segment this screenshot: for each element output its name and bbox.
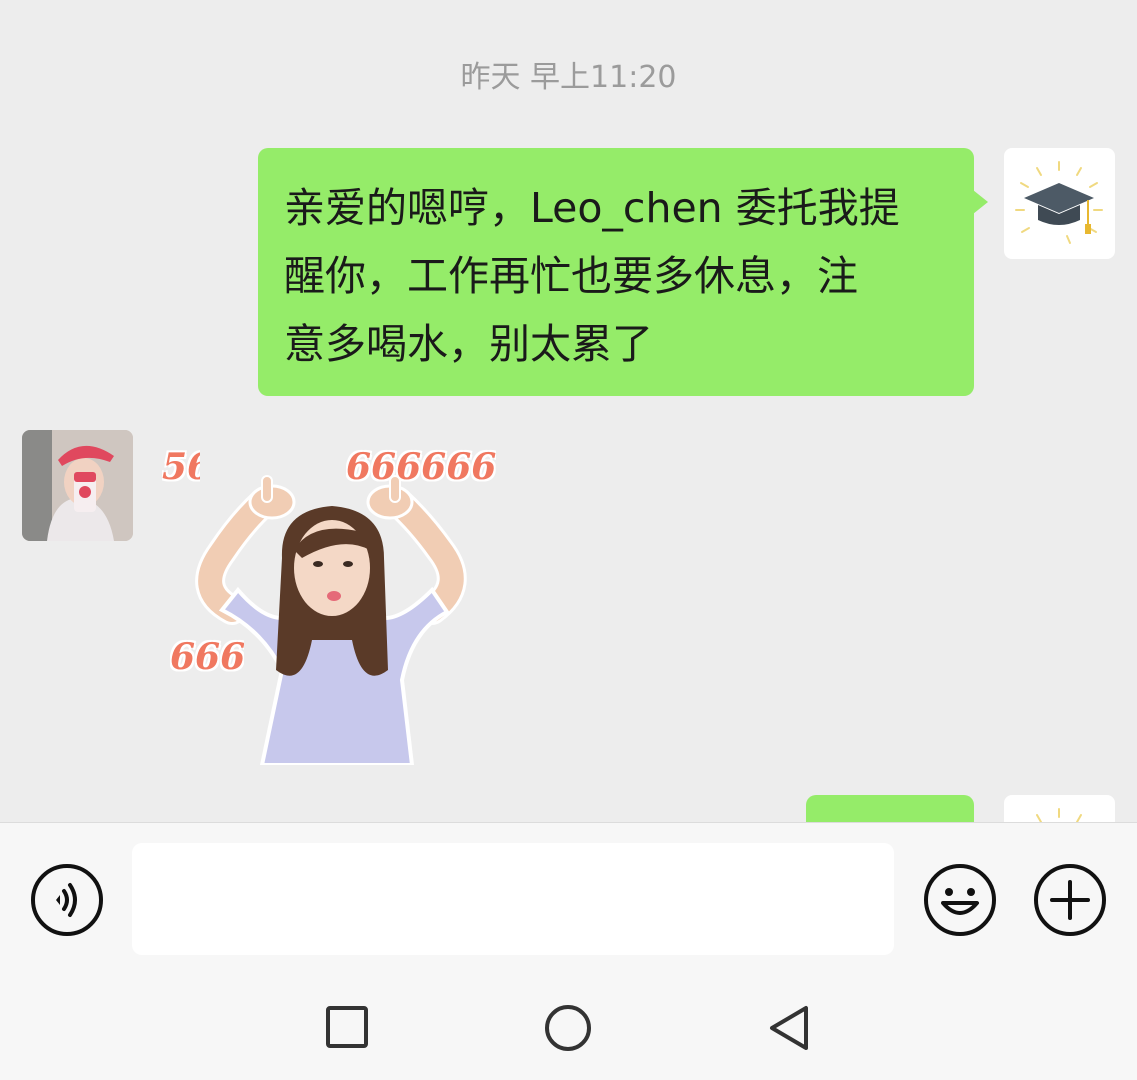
message-timestamp: 昨天 早上11:20 [460,60,677,95]
triangle-back-icon [770,1006,808,1050]
message-list[interactable]: 昨天 早上11:20 亲爱的嗯哼，Leo_chen 委托我提 醒你，工作再忙也要… [0,0,1137,822]
outgoing-message-bubble[interactable]: 亲爱的嗯哼，Leo_chen 委托我提 醒你，工作再忙也要多休息，注 意多喝水，… [258,148,988,396]
back-button[interactable] [764,1002,814,1054]
plus-icon [1034,864,1106,936]
emoji-icon [924,864,996,936]
system-navigation-bar [0,972,1137,1080]
emoji-button[interactable] [923,863,997,937]
woman-thumbs-up-sticker-icon [195,475,467,765]
message-line: 亲爱的嗯哼，Leo_chen 委托我提 [284,184,900,232]
graduation-cap-icon [1036,808,1082,822]
chat-screen: 昨天 早上11:20 亲爱的嗯哼，Leo_chen 委托我提 醒你，工作再忙也要… [0,0,1137,1080]
home-button[interactable] [543,1003,593,1053]
voice-input-icon [31,864,103,936]
recent-apps-button[interactable] [324,1004,370,1050]
outgoing-message-bubble[interactable] [806,795,974,822]
message-text-input[interactable] [132,843,894,955]
message-line: 意多喝水，别太累了 [284,320,653,368]
self-avatar[interactable] [1004,148,1115,259]
square-recent-apps-icon [326,1006,368,1048]
more-options-button[interactable] [1033,863,1107,937]
circle-home-icon [545,1005,591,1051]
self-avatar[interactable] [1004,795,1115,822]
contact-avatar[interactable] [22,430,133,541]
voice-input-button[interactable] [30,863,104,937]
person-photo-icon [22,430,133,541]
graduation-cap-icon [1015,161,1103,244]
chat-input-bar [0,822,1137,972]
sticker-message[interactable]: 56 6666666 666 [162,440,496,765]
message-line: 醒你，工作再忙也要多休息，注 [284,252,858,300]
